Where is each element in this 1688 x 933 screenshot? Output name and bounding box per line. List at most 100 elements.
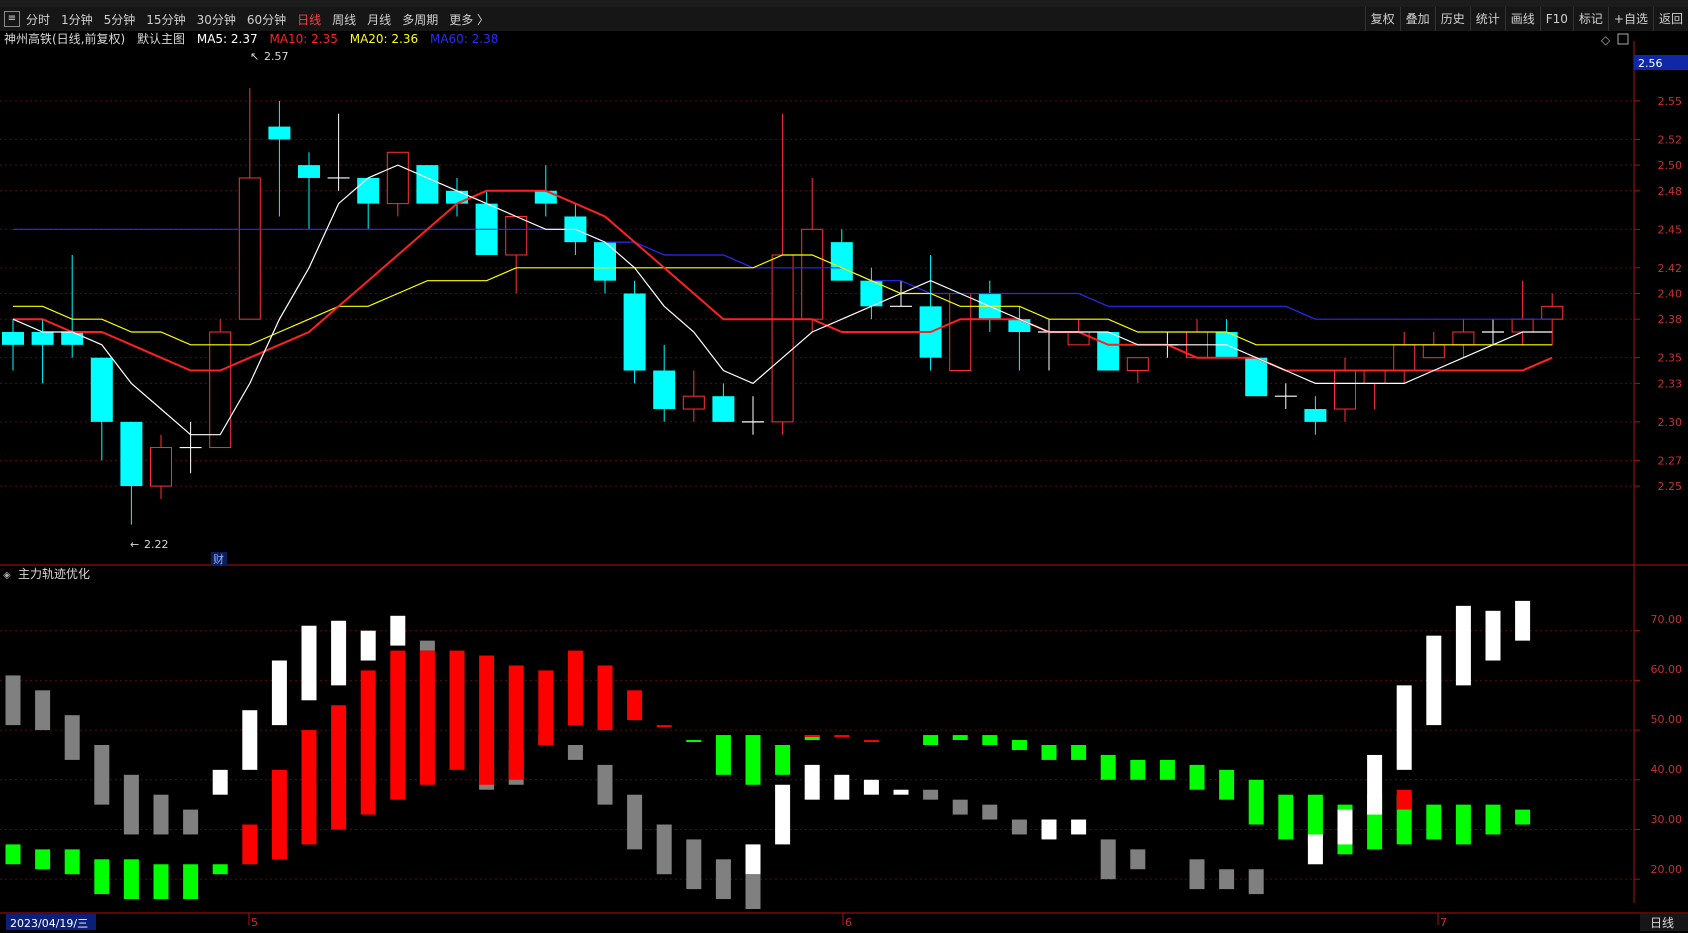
main-y-tick: 2.33 xyxy=(1658,377,1683,390)
indicator-bar-white xyxy=(1367,754,1383,815)
indicator-bar-white xyxy=(804,764,820,800)
indicator-bar-white xyxy=(242,710,258,770)
indicator-bar-white xyxy=(893,789,909,795)
indicator-bar-gray xyxy=(1100,839,1116,880)
indicator-bar-red xyxy=(449,650,465,770)
finance-marker[interactable]: 财 xyxy=(213,552,224,566)
candle-body-down xyxy=(90,357,113,422)
indicator-bar-white xyxy=(1485,610,1501,661)
candle-body-up xyxy=(1067,331,1090,346)
indicator-bar-green xyxy=(982,735,998,745)
indicator-bar-green xyxy=(1248,779,1264,825)
period-badge[interactable]: 日线 xyxy=(1650,916,1674,930)
candle-body-up xyxy=(1511,318,1534,333)
adjust-button[interactable]: 复权 xyxy=(1364,7,1400,31)
indicator-bar-white xyxy=(775,784,791,845)
main-y-tick: 2.35 xyxy=(1658,352,1683,365)
period-monthly[interactable]: 月线 xyxy=(367,11,391,28)
chart-area[interactable]: 2.55 2.52 2.50 2.48 2.45 2.42 2.40 2.38 2.35 2.33… xyxy=(0,31,1688,933)
indicator-bar-green xyxy=(1189,764,1205,790)
indicator-bar-white xyxy=(212,769,228,795)
indicator-bar-white xyxy=(863,779,879,795)
draw-button[interactable]: 画线 xyxy=(1504,7,1540,31)
period-weekly[interactable]: 周线 xyxy=(332,11,356,28)
indicator-bar-white xyxy=(834,774,850,800)
candle-body-up xyxy=(771,254,794,423)
indicator-bar-green xyxy=(1100,754,1116,780)
indicator-bar-white xyxy=(301,625,317,701)
indicator-bar-green xyxy=(64,849,80,875)
diamond-icon[interactable]: ◇ xyxy=(1601,33,1611,47)
candle-body-up xyxy=(1422,344,1445,359)
period-30min[interactable]: 30分钟 xyxy=(197,11,236,28)
f10-button[interactable]: F10 xyxy=(1539,7,1573,31)
indicator-bar-gray xyxy=(123,774,139,835)
indicator-bar-red xyxy=(834,735,850,738)
candle xyxy=(416,165,439,204)
mark-button[interactable]: 标记 xyxy=(1572,7,1608,31)
indicator-bar-gray xyxy=(656,824,672,875)
indicator-bar-green xyxy=(35,849,51,870)
period-60min[interactable]: 60分钟 xyxy=(247,11,286,28)
indicator-bar-gray xyxy=(1130,849,1146,870)
indicator-bar-white xyxy=(1337,809,1353,845)
candle-body-down xyxy=(120,421,143,487)
indicator-bar-gray xyxy=(923,789,939,800)
history-button[interactable]: 历史 xyxy=(1434,7,1470,31)
candle-body-down xyxy=(1304,409,1327,422)
indicator-bar-green xyxy=(94,859,110,895)
indicator-bar-gray xyxy=(597,764,613,805)
indicator-bar-gray xyxy=(715,859,731,900)
period-intraday[interactable]: 分时 xyxy=(26,11,50,28)
candle-body-up xyxy=(801,228,824,320)
period-1min[interactable]: 1分钟 xyxy=(61,11,93,28)
candle-body-down xyxy=(653,370,676,410)
indicator-bar-gray xyxy=(35,690,51,731)
candle-body-up xyxy=(1126,357,1149,372)
low-arrow-icon: ← xyxy=(130,538,139,551)
indicator-bar-green xyxy=(686,740,702,743)
candle-body-down xyxy=(446,190,468,204)
period-more[interactable]: 更多 〉 xyxy=(449,11,489,28)
indicator-bar-red xyxy=(390,650,406,800)
indicator-bar-green xyxy=(715,735,731,775)
app-menu-icon[interactable]: ≡ xyxy=(4,11,20,27)
add-watchlist-button[interactable]: +自选 xyxy=(1607,7,1653,31)
indicator-bar-green xyxy=(952,735,968,741)
indicator-bar-white xyxy=(745,844,761,875)
indicator-bar-green xyxy=(183,864,199,900)
candle-body-up xyxy=(1393,344,1416,372)
candle-body-down xyxy=(357,177,380,204)
main-y-tick: 2.38 xyxy=(1658,313,1683,326)
main-y-tick: 2.55 xyxy=(1658,95,1683,108)
candle-body-down xyxy=(594,242,616,281)
collapse-icon[interactable]: ◈ xyxy=(3,570,11,581)
period-15min[interactable]: 15分钟 xyxy=(146,11,185,28)
indicator-bar-red xyxy=(331,705,347,830)
indicator-bar-gray xyxy=(1248,869,1264,895)
stats-button[interactable]: 统计 xyxy=(1469,7,1505,31)
indicator-bar-gray xyxy=(567,745,583,760)
sub-y-tick: 20.00 xyxy=(1651,863,1683,876)
indicator-bar-white xyxy=(1041,819,1057,840)
period-multi[interactable]: 多周期 xyxy=(402,11,438,28)
indicator-bar-green xyxy=(745,735,761,785)
indicator-bar-gray xyxy=(982,804,998,820)
indicator-bar-green xyxy=(1219,769,1235,800)
sub-y-tick: 30.00 xyxy=(1651,813,1683,826)
indicator-bar-gray xyxy=(952,799,968,815)
month-label: 5 xyxy=(251,916,258,929)
indicator-bar-green xyxy=(1455,804,1471,845)
main-y-tick: 2.42 xyxy=(1658,262,1683,275)
ma60-label: MA60: 2.38 xyxy=(430,32,498,46)
period-daily[interactable]: 日线 xyxy=(297,11,321,28)
candle-body-down xyxy=(830,242,853,281)
back-button[interactable]: 返回 xyxy=(1652,7,1688,31)
indicator-bar-green xyxy=(5,844,21,865)
indicator-bar-red xyxy=(360,670,376,815)
overlay-button[interactable]: 叠加 xyxy=(1399,7,1435,31)
period-5min[interactable]: 5分钟 xyxy=(104,11,136,28)
indicator-bar-red xyxy=(538,670,554,745)
indicator-bar-green xyxy=(1011,740,1027,750)
indicator-bar-green xyxy=(1485,804,1501,835)
